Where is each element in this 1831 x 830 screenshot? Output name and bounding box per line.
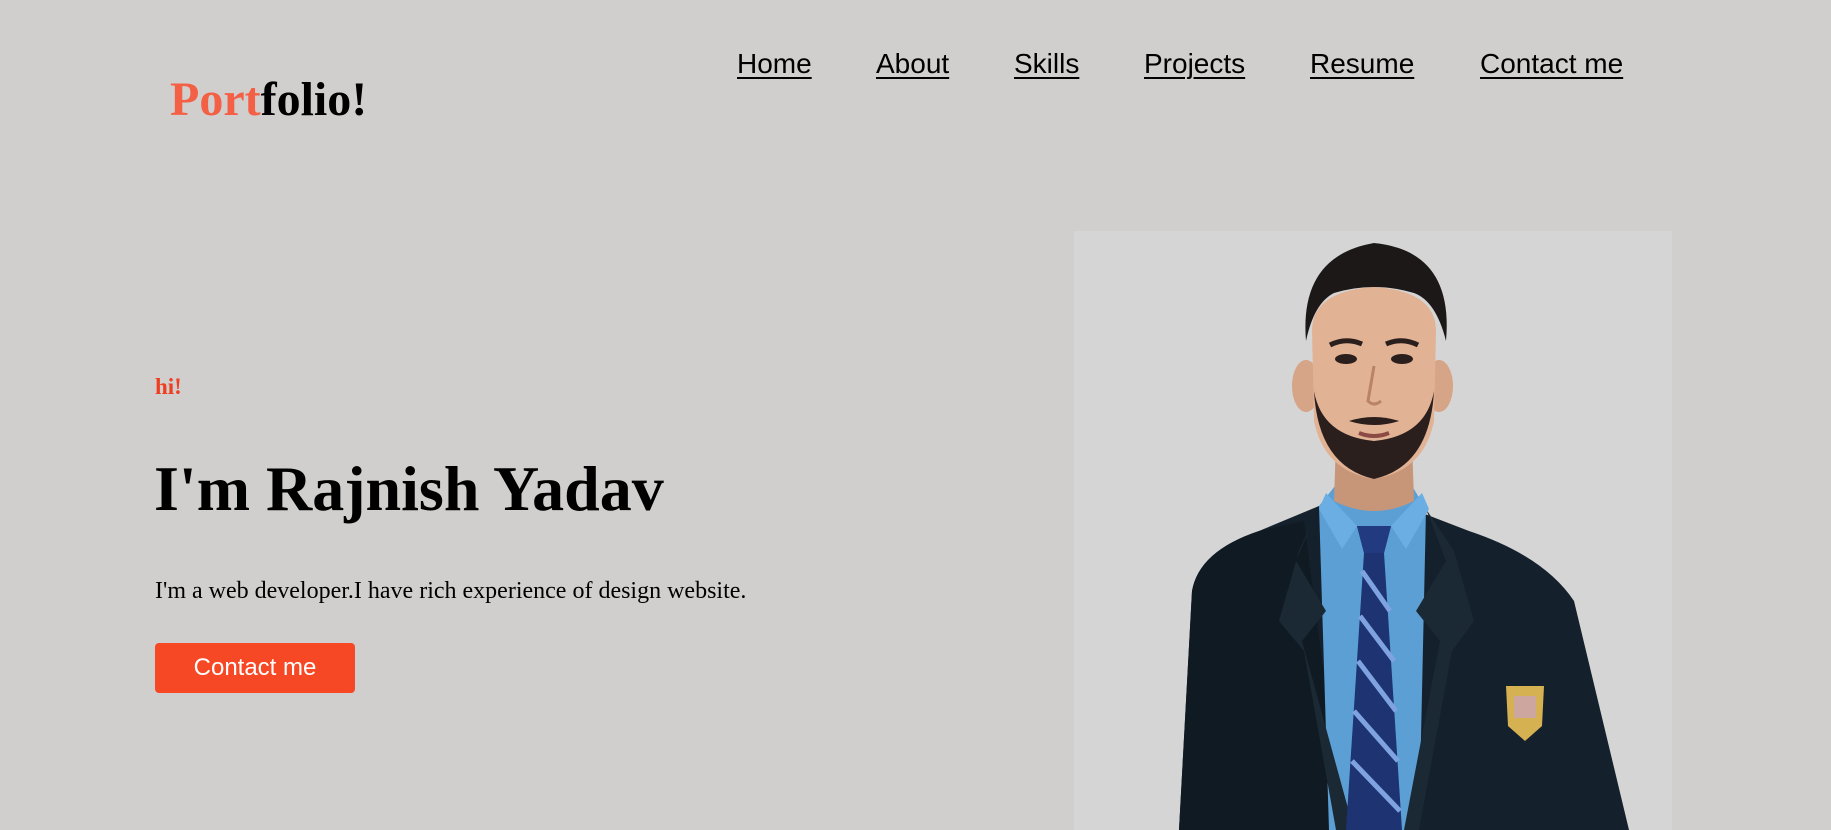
nav-link-contact[interactable]: Contact me bbox=[1480, 44, 1623, 84]
hero-greeting: hi! bbox=[155, 374, 182, 399]
person-portrait-icon bbox=[1179, 243, 1629, 830]
nav-link-projects[interactable]: Projects bbox=[1144, 44, 1245, 84]
hero-headline: I'm Rajnish Yadav bbox=[154, 453, 664, 524]
main-navigation: Home About Skills Projects Resume Contac… bbox=[0, 44, 1831, 84]
hero-intro-text: I'm a web developer.I have rich experien… bbox=[155, 578, 747, 604]
nav-link-skills[interactable]: Skills bbox=[1014, 44, 1079, 84]
contact-me-button[interactable]: Contact me bbox=[155, 643, 355, 693]
nav-link-about[interactable]: About bbox=[876, 44, 949, 84]
nav-link-home[interactable]: Home bbox=[737, 44, 812, 84]
profile-photo bbox=[1074, 231, 1672, 830]
nav-link-resume[interactable]: Resume bbox=[1310, 44, 1414, 84]
